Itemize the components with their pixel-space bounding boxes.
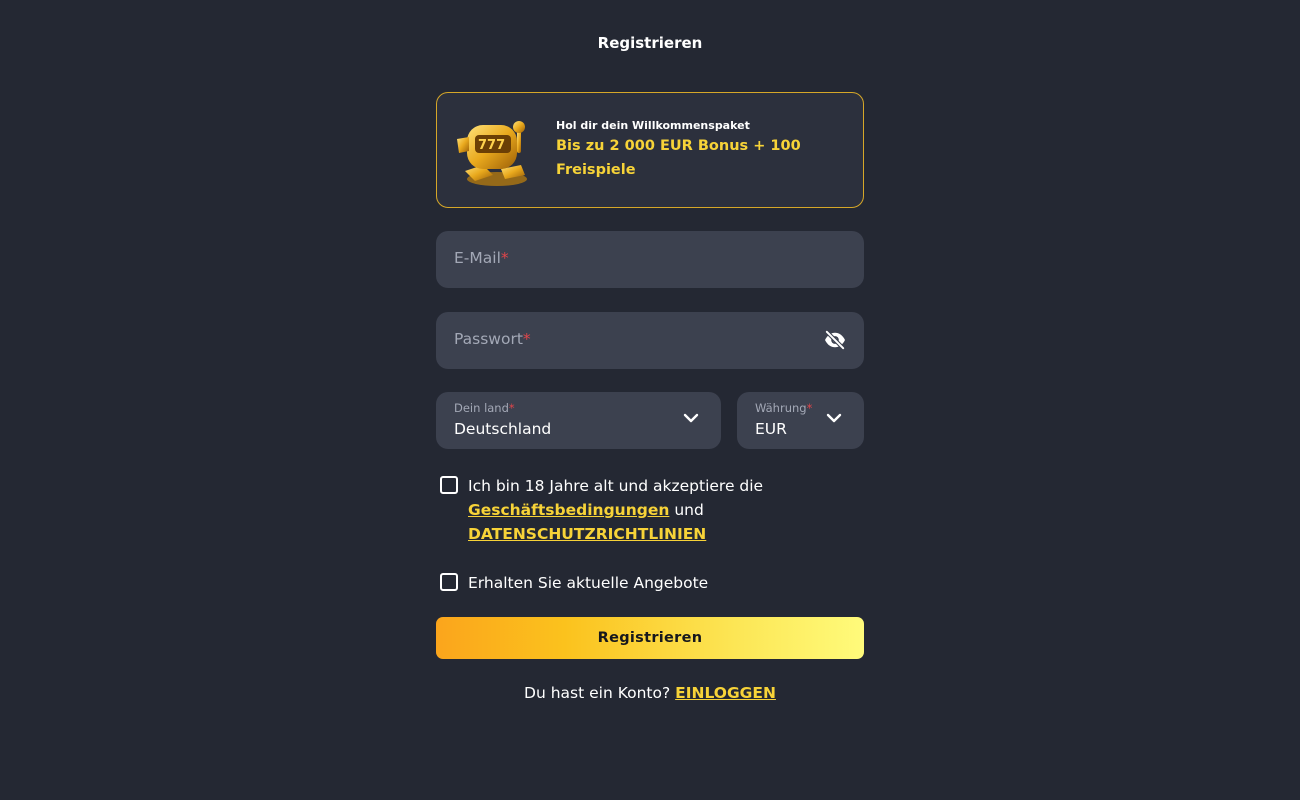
country-label: Dein land*	[454, 401, 515, 415]
chevron-down-icon	[826, 413, 842, 423]
required-asterisk: *	[508, 401, 515, 415]
registration-page: Registrieren 777 Hol dir dein Willkommen…	[0, 0, 1300, 800]
terms-checkbox[interactable]	[440, 476, 458, 494]
offers-text: Erhalten Sie aktuelle Angebote	[468, 574, 709, 592]
currency-value: EUR	[755, 420, 787, 438]
promo-subtitle: Hol dir dein Willkommenspaket	[556, 119, 750, 132]
password-field[interactable]: Passwort*	[436, 312, 864, 369]
eye-slash-icon[interactable]	[824, 330, 846, 350]
login-link[interactable]: EINLOGGEN	[675, 684, 776, 702]
offers-checkbox[interactable]	[440, 573, 458, 591]
welcome-bonus-banner: 777 Hol dir dein Willkommenspaket Bis zu…	[436, 92, 864, 208]
country-select[interactable]: Dein land* Deutschland	[436, 392, 721, 449]
privacy-policy-link[interactable]: DATENSCHUTZRICHTLINIEN	[468, 525, 706, 543]
golden-slot-machine-icon: 777	[457, 121, 527, 186]
svg-text:777: 777	[478, 138, 505, 153]
terms-text: Ich bin 18 Jahre alt und akzeptiere die …	[468, 474, 868, 546]
promo-offer-line-2: Freispiele	[556, 162, 636, 178]
login-prompt-text: Du hast ein Konto?	[524, 684, 676, 702]
required-asterisk: *	[522, 330, 531, 348]
promo-offer-line-1: Bis zu 2 000 EUR Bonus + 100	[556, 138, 801, 154]
email-field[interactable]: E-Mail*	[436, 231, 864, 288]
chevron-down-icon	[683, 413, 699, 423]
terms-text-between: und	[669, 501, 704, 519]
password-placeholder: Passwort*	[454, 330, 531, 348]
login-prompt: Du hast ein Konto? EINLOGGEN	[0, 684, 1300, 702]
required-asterisk: *	[806, 401, 813, 415]
terms-text-before: Ich bin 18 Jahre alt und akzeptiere die	[468, 477, 764, 495]
currency-label: Währung*	[755, 401, 813, 415]
country-value: Deutschland	[454, 420, 552, 438]
currency-select[interactable]: Währung* EUR	[737, 392, 864, 449]
terms-conditions-link[interactable]: Geschäftsbedingungen	[468, 501, 669, 519]
register-button[interactable]: Registrieren	[436, 617, 864, 659]
required-asterisk: *	[500, 249, 509, 267]
page-title: Registrieren	[597, 34, 703, 52]
email-placeholder: E-Mail*	[454, 249, 509, 267]
